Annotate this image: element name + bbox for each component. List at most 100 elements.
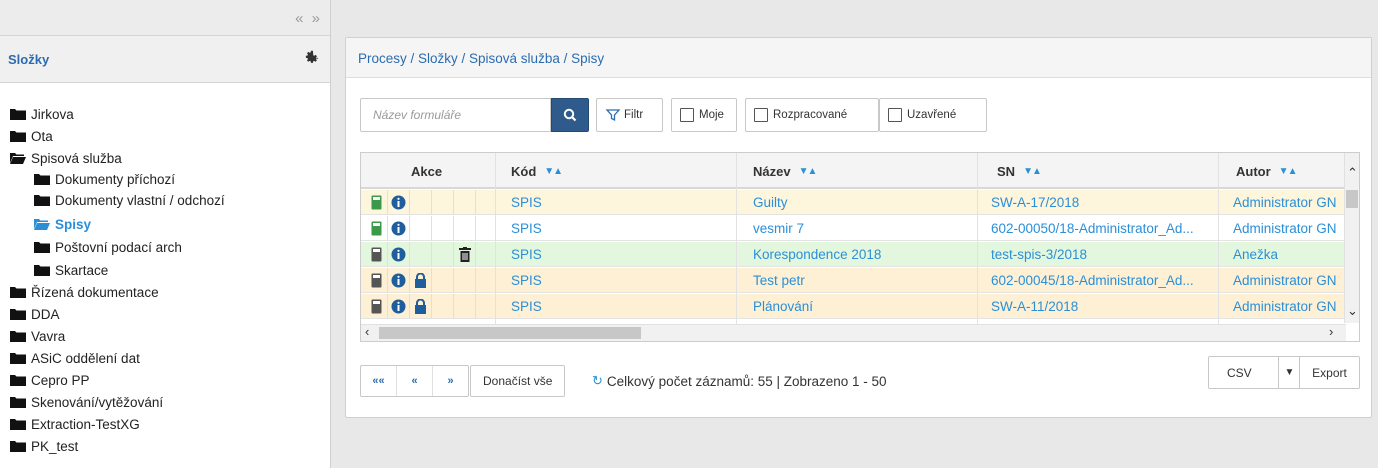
lock-icon[interactable] xyxy=(414,273,427,288)
table-row[interactable]: SPIS Korespondence 2018 test-spis-3/2018 An… xyxy=(361,242,1346,267)
sn-cell[interactable]: 602-00045/18-Administrator_Ad... xyxy=(991,268,1215,293)
folder-open-icon xyxy=(10,152,26,164)
sn-cell[interactable]: test-spis-3/2018 xyxy=(991,242,1215,267)
checkbox[interactable] xyxy=(680,108,694,122)
tree-item[interactable]: Spisová služba xyxy=(10,148,122,168)
filter-button[interactable]: Filtr xyxy=(596,98,663,132)
column-header-autor[interactable]: Autor ▼▲ xyxy=(1236,153,1298,189)
sort-icon[interactable]: ▼▲ xyxy=(544,166,563,177)
name-cell[interactable]: Test petr xyxy=(753,268,973,293)
trash-icon[interactable] xyxy=(458,247,471,262)
table-row[interactable]: SPIS Guilty SW-A-17/2018 Administrator GN xyxy=(361,190,1346,215)
first-page-button[interactable]: «« xyxy=(361,366,397,396)
code-cell[interactable]: SPIS xyxy=(511,190,731,215)
sn-cell[interactable]: 602-00050/18-Administrator_Ad... xyxy=(991,216,1215,241)
name-cell[interactable]: Plánování xyxy=(753,294,973,319)
info-icon[interactable] xyxy=(391,299,406,314)
info-icon[interactable] xyxy=(391,221,406,236)
breadcrumb[interactable]: Procesy / Složky / Spisová služba / Spis… xyxy=(358,51,604,66)
tree-item[interactable]: Ota xyxy=(10,126,53,146)
toggle-rozpracovane[interactable]: Rozpracované xyxy=(745,98,879,132)
tree-item[interactable]: Skenování/vytěžování xyxy=(10,392,163,412)
scroll-down-icon[interactable]: ⌄ xyxy=(1347,303,1358,319)
sn-cell[interactable]: SW-A-11/2018 xyxy=(991,294,1215,319)
sort-icon[interactable]: ▼▲ xyxy=(1023,166,1042,177)
name-cell[interactable]: Guilty xyxy=(753,190,973,215)
chevron-down-icon[interactable]: ▼ xyxy=(1278,357,1300,388)
folder-closed-icon xyxy=(10,440,26,452)
collapse-sidebar-icon[interactable]: « » xyxy=(295,10,322,27)
table-row[interactable]: SPIS vesmir 7 602-00050/18-Administrator_A… xyxy=(361,216,1346,241)
tree-item[interactable]: Cepro PP xyxy=(10,370,90,390)
column-header-nazev[interactable]: Název ▼▲ xyxy=(753,153,818,189)
column-header-sn[interactable]: SN ▼▲ xyxy=(997,153,1042,189)
lock-icon[interactable] xyxy=(414,299,427,314)
toggle-uzavrene[interactable]: Uzavřené xyxy=(879,98,987,132)
tree-item[interactable]: Dokumenty příchozí xyxy=(34,169,175,189)
export-format-select[interactable]: CSV ▼ xyxy=(1208,356,1300,389)
document-icon[interactable] xyxy=(371,247,382,262)
sidebar-toolbar: « » xyxy=(0,0,330,36)
action-cell xyxy=(454,216,476,241)
code-cell[interactable]: SPIS xyxy=(511,216,731,241)
document-icon[interactable] xyxy=(371,299,382,314)
sort-icon[interactable]: ▼▲ xyxy=(1279,166,1298,177)
sn-cell[interactable]: SW-A-17/2018 xyxy=(991,190,1215,215)
pagination: «« « » xyxy=(360,365,469,397)
scroll-thumb[interactable] xyxy=(379,327,641,339)
info-icon[interactable] xyxy=(391,247,406,262)
column-header-kod[interactable]: Kód ▼▲ xyxy=(511,153,563,189)
tree-item[interactable]: Skartace xyxy=(34,260,108,280)
author-cell[interactable]: Anežka xyxy=(1233,242,1346,267)
code-cell[interactable]: SPIS xyxy=(511,268,731,293)
scroll-left-icon[interactable]: ‹ xyxy=(365,324,369,339)
name-cell[interactable]: Korespondence 2018 xyxy=(753,242,973,267)
tree-item[interactable]: Dokumenty vlastní / odchozí xyxy=(34,190,225,210)
refresh-icon[interactable]: ↻ xyxy=(592,373,603,389)
search-input[interactable] xyxy=(360,98,551,132)
code-cell[interactable]: SPIS xyxy=(511,294,731,319)
tree-item[interactable]: Vavra xyxy=(10,326,65,346)
table-row[interactable]: SPIS Plánování SW-A-11/2018 Administrator G… xyxy=(361,294,1346,319)
author-cell[interactable]: Administrator GN xyxy=(1233,190,1346,215)
author-cell[interactable]: Administrator GN xyxy=(1233,216,1346,241)
document-icon[interactable] xyxy=(371,221,382,236)
tree-item-label: Skartace xyxy=(55,262,109,278)
name-cell[interactable]: vesmir 7 xyxy=(753,216,973,241)
search-button[interactable] xyxy=(551,98,589,132)
tree-item[interactable]: ASiC oddělení dat xyxy=(10,348,140,368)
info-icon[interactable] xyxy=(391,195,406,210)
horizontal-scrollbar[interactable]: ‹ › xyxy=(361,324,1346,341)
record-info: ↻ Celkový počet záznamů: 55 | Zobrazeno … xyxy=(592,373,887,389)
document-icon[interactable] xyxy=(371,273,382,288)
scroll-up-icon[interactable]: ⌃ xyxy=(1347,165,1358,181)
tree-item[interactable]: Extraction-TestXG xyxy=(10,414,140,434)
checkbox[interactable] xyxy=(754,108,768,122)
checkbox[interactable] xyxy=(888,108,902,122)
action-cell xyxy=(410,294,432,319)
tree-item[interactable]: PK_test xyxy=(10,436,78,456)
load-all-button[interactable]: Donačíst vše xyxy=(470,365,566,397)
folder-closed-icon xyxy=(10,396,26,408)
vertical-scrollbar[interactable]: ⌃ ⌄ xyxy=(1344,153,1359,323)
scroll-right-icon[interactable]: › xyxy=(1329,324,1333,339)
table-row[interactable]: SPIS Test petr 602-00045/18-Administrator_… xyxy=(361,268,1346,293)
document-icon[interactable] xyxy=(371,195,382,210)
code-cell[interactable]: SPIS xyxy=(511,242,731,267)
prev-page-button[interactable]: « xyxy=(397,366,433,396)
author-cell[interactable]: Administrator GN xyxy=(1233,268,1346,293)
export-button[interactable]: Export xyxy=(1300,356,1360,389)
tree-item[interactable]: Řízená dokumentace xyxy=(10,282,159,302)
gear-icon[interactable] xyxy=(302,48,320,66)
info-icon[interactable] xyxy=(391,273,406,288)
scroll-thumb[interactable] xyxy=(1346,190,1358,208)
tree-item[interactable]: Poštovní podací arch xyxy=(34,237,182,257)
action-cell xyxy=(388,268,410,293)
tree-item[interactable]: DDA xyxy=(10,304,60,324)
tree-item[interactable]: Spisy xyxy=(34,214,91,234)
sort-icon[interactable]: ▼▲ xyxy=(799,166,818,177)
author-cell[interactable]: Administrator GN xyxy=(1233,294,1346,319)
next-page-button[interactable]: » xyxy=(433,366,468,396)
tree-item[interactable]: Jirkova xyxy=(10,104,74,124)
toggle-moje[interactable]: Moje xyxy=(671,98,737,132)
